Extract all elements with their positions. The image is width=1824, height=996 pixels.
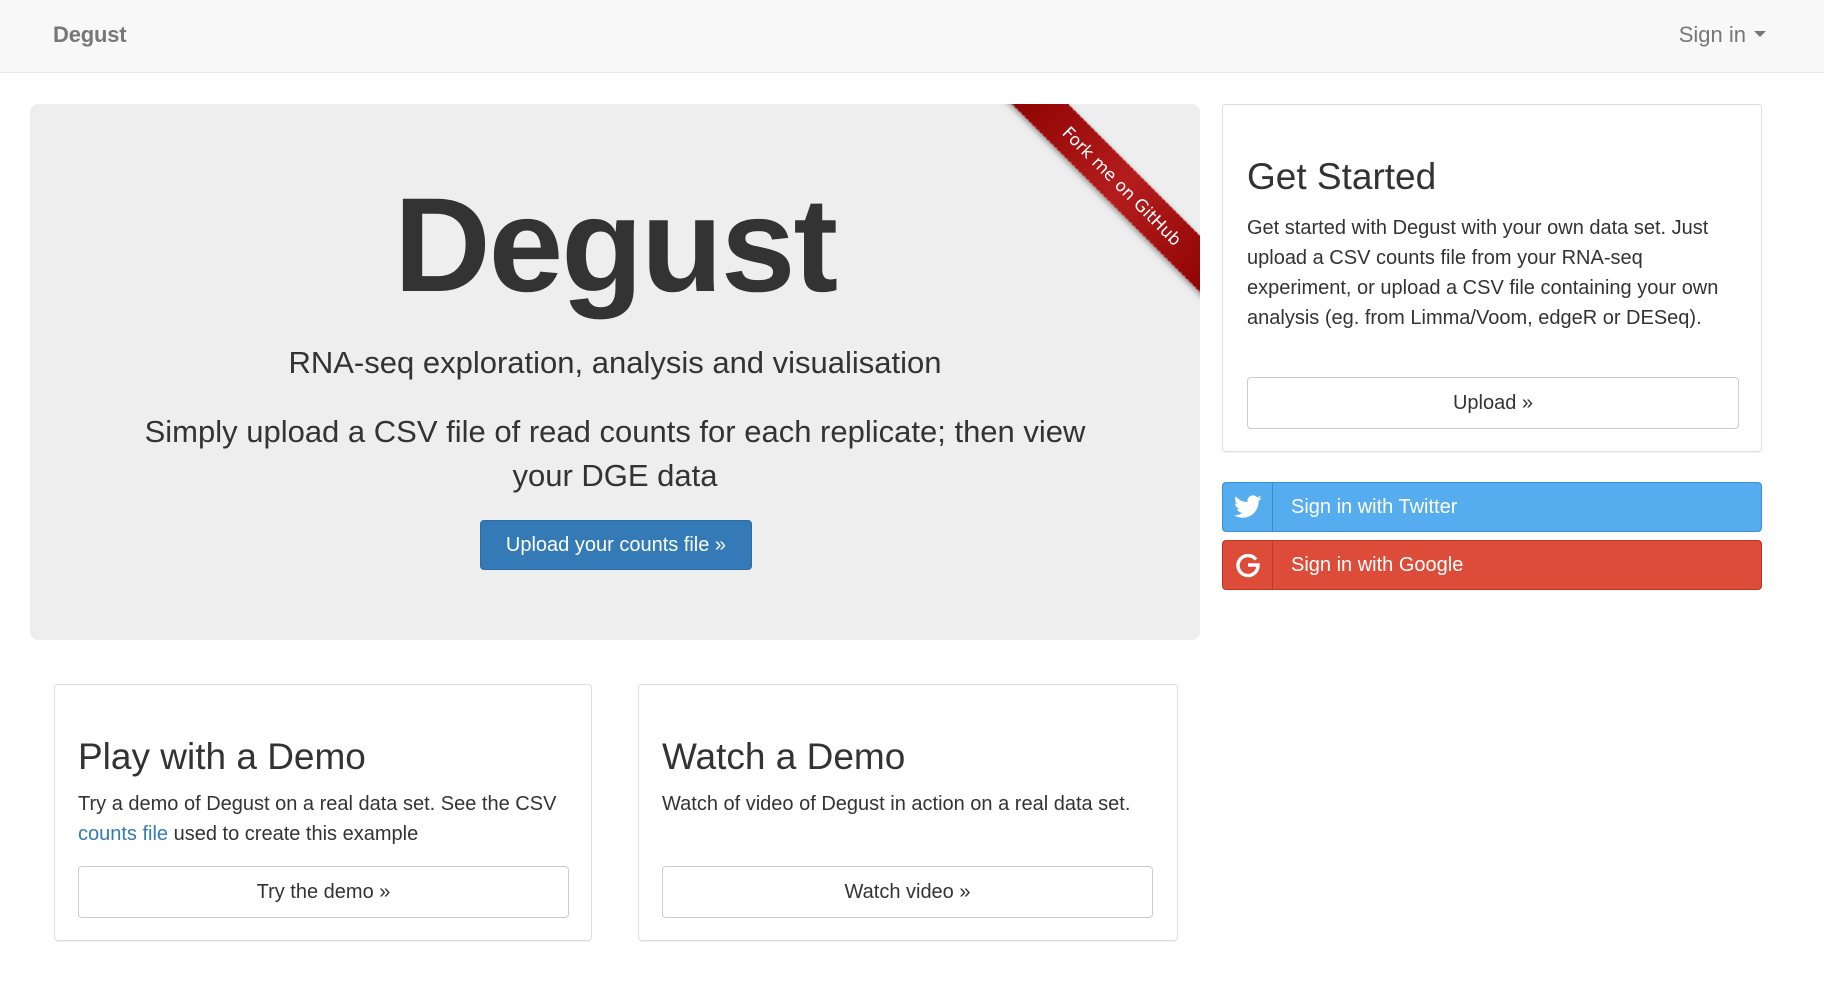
play-demo-panel: Play with a Demo Try a demo of Degust on… xyxy=(54,684,592,941)
github-ribbon: Fork me on GitHub xyxy=(1000,104,1200,304)
fork-me-on-github-link[interactable]: Fork me on GitHub xyxy=(1001,104,1200,304)
google-icon xyxy=(1223,541,1273,589)
hero-subtitle: RNA-seq exploration, analysis and visual… xyxy=(288,345,942,380)
counts-file-link[interactable]: counts file xyxy=(78,823,168,845)
caret-down-icon xyxy=(1754,31,1766,38)
sign-in-label: Sign in xyxy=(1678,22,1746,47)
twitter-label: Sign in with Twitter xyxy=(1291,496,1458,518)
play-demo-text: Try a demo of Degust on a real data set.… xyxy=(78,789,558,849)
upload-button[interactable]: Upload » xyxy=(1247,377,1739,429)
watch-demo-title: Watch a Demo xyxy=(662,736,906,777)
watch-video-button[interactable]: Watch video » xyxy=(662,866,1153,918)
navbar: Degust Sign in xyxy=(0,0,1824,73)
get-started-text: Get started with Degust with your own da… xyxy=(1247,217,1719,329)
get-started-title: Get Started xyxy=(1247,156,1437,197)
google-label: Sign in with Google xyxy=(1291,554,1464,576)
watch-demo-text: Watch of video of Degust in action on a … xyxy=(662,793,1131,815)
twitter-icon xyxy=(1223,483,1273,531)
sign-in-dropdown[interactable]: Sign in xyxy=(1679,22,1766,48)
brand-link[interactable]: Degust xyxy=(53,22,127,48)
sign-in-google-button[interactable]: Sign in with Google xyxy=(1222,540,1762,590)
play-demo-title: Play with a Demo xyxy=(78,736,366,777)
play-demo-text-after: used to create this example xyxy=(168,823,419,845)
hero-description: Simply upload a CSV file of read counts … xyxy=(144,414,1086,493)
watch-demo-panel: Watch a Demo Watch of video of Degust in… xyxy=(638,684,1178,941)
sign-in-twitter-button[interactable]: Sign in with Twitter xyxy=(1222,482,1762,532)
upload-counts-button[interactable]: Upload your counts file » xyxy=(480,520,752,570)
get-started-panel: Get Started Get started with Degust with… xyxy=(1222,104,1762,452)
try-demo-button[interactable]: Try the demo » xyxy=(78,866,569,918)
play-demo-text-before: Try a demo of Degust on a real data set.… xyxy=(78,793,557,815)
jumbotron: Degust RNA-seq exploration, analysis and… xyxy=(30,104,1200,640)
